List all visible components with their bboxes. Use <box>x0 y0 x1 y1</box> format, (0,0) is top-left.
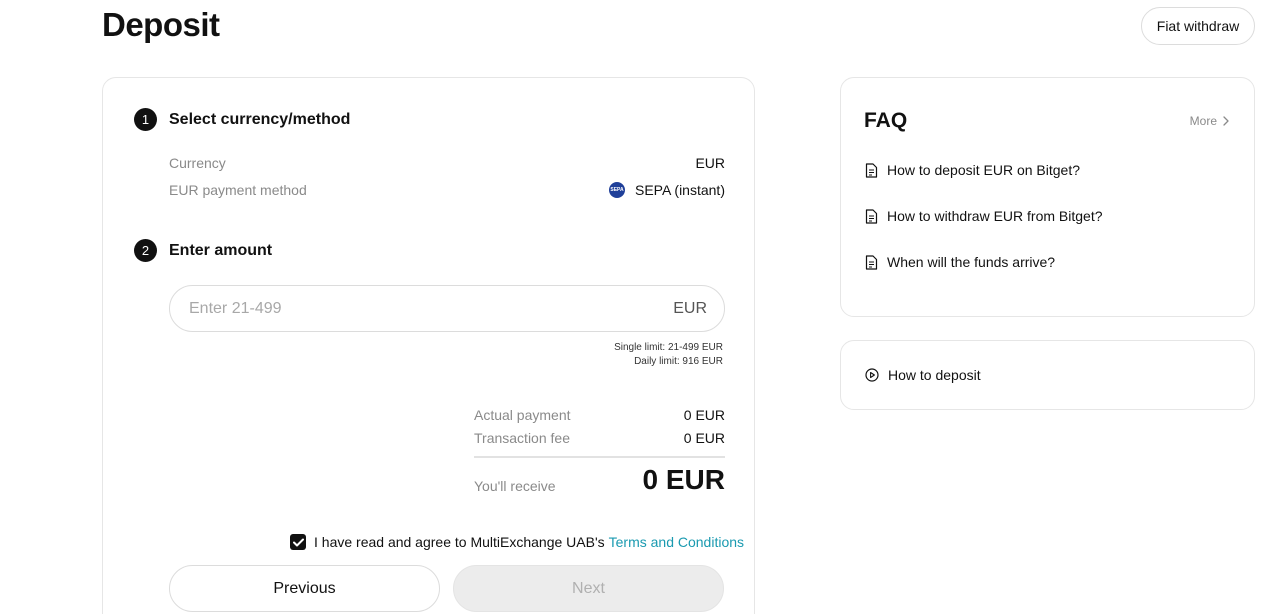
step-select-currency: 1 Select currency/method <box>134 108 350 131</box>
terms-link[interactable]: Terms and Conditions <box>609 534 744 550</box>
receive-label: You'll receive <box>474 478 556 494</box>
document-icon <box>865 254 878 270</box>
step-enter-amount: 2 Enter amount <box>134 239 272 262</box>
amount-field[interactable]: EUR <box>169 285 725 332</box>
currency-value: EUR <box>695 155 725 171</box>
actual-payment-row: Actual payment 0 EUR <box>474 407 725 423</box>
faq-item[interactable]: How to withdraw EUR from Bitget? <box>865 208 1103 224</box>
actual-payment-value: 0 EUR <box>683 407 725 423</box>
step-number-2: 2 <box>134 239 157 262</box>
agree-checkbox[interactable] <box>290 534 306 550</box>
page-title: Deposit <box>102 6 220 43</box>
faq-item-label: How to withdraw EUR from Bitget? <box>887 208 1103 224</box>
step-title-enter-amount: Enter amount <box>169 241 273 259</box>
currency-row[interactable]: Currency EUR <box>169 155 725 171</box>
play-circle-icon <box>865 368 879 382</box>
previous-button[interactable]: Previous <box>169 565 440 612</box>
payment-method-label: EUR payment method <box>169 182 307 198</box>
faq-more-label: More <box>1189 114 1217 128</box>
daily-limit: Daily limit: 916 EUR <box>634 356 723 367</box>
faq-card: FAQ More How to deposit EUR on Bitget? H… <box>840 77 1255 317</box>
deposit-limits: Single limit: 21-499 EUR Daily limit: 91… <box>614 341 723 369</box>
agree-text: I have read and agree to MultiExchange U… <box>314 534 605 550</box>
payment-method-value: SEPA SEPA (instant) <box>608 182 725 198</box>
deposit-form-card: 1 Select currency/method Currency EUR EU… <box>102 77 755 614</box>
receive-value: 0 EUR <box>642 464 725 495</box>
amount-unit: EUR <box>673 299 707 317</box>
chevron-right-icon <box>1223 116 1229 126</box>
fiat-withdraw-button[interactable]: Fiat withdraw <box>1141 7 1255 45</box>
faq-item-label: When will the funds arrive? <box>887 254 1056 270</box>
payment-method-row[interactable]: EUR payment method SEPA SEPA (instant) <box>169 182 725 198</box>
transaction-fee-row: Transaction fee 0 EUR <box>474 430 725 446</box>
how-to-deposit-link[interactable]: How to deposit <box>865 367 981 383</box>
step-title-select-currency: Select currency/method <box>169 110 351 128</box>
faq-item-label: How to deposit EUR on Bitget? <box>887 162 1080 178</box>
next-button[interactable]: Next <box>453 565 724 612</box>
receive-row: You'll receive 0 EUR <box>474 464 725 496</box>
terms-agreement: I have read and agree to MultiExchange U… <box>290 534 744 550</box>
sepa-icon: SEPA <box>608 182 625 198</box>
deposit-page: Deposit Fiat withdraw 1 Select currency/… <box>0 0 1280 614</box>
faq-item[interactable]: How to deposit EUR on Bitget? <box>865 162 1080 178</box>
currency-label: Currency <box>169 155 226 171</box>
document-icon <box>865 162 878 178</box>
summary-divider <box>474 456 725 458</box>
checkmark-icon <box>292 538 304 546</box>
amount-input[interactable] <box>189 299 589 318</box>
single-limit: Single limit: 21-499 EUR <box>614 342 723 353</box>
how-to-deposit-label: How to deposit <box>888 367 981 383</box>
transaction-fee-label: Transaction fee <box>474 430 570 446</box>
document-icon <box>865 208 878 224</box>
faq-more-link[interactable]: More <box>1190 114 1229 128</box>
step-number-1: 1 <box>134 108 157 131</box>
payment-method-text: SEPA (instant) <box>634 182 725 198</box>
faq-item[interactable]: When will the funds arrive? <box>865 254 1055 270</box>
transaction-fee-value: 0 EUR <box>683 430 725 446</box>
how-to-deposit-card[interactable]: How to deposit <box>840 340 1255 410</box>
faq-title: FAQ <box>864 109 908 132</box>
actual-payment-label: Actual payment <box>474 407 571 423</box>
